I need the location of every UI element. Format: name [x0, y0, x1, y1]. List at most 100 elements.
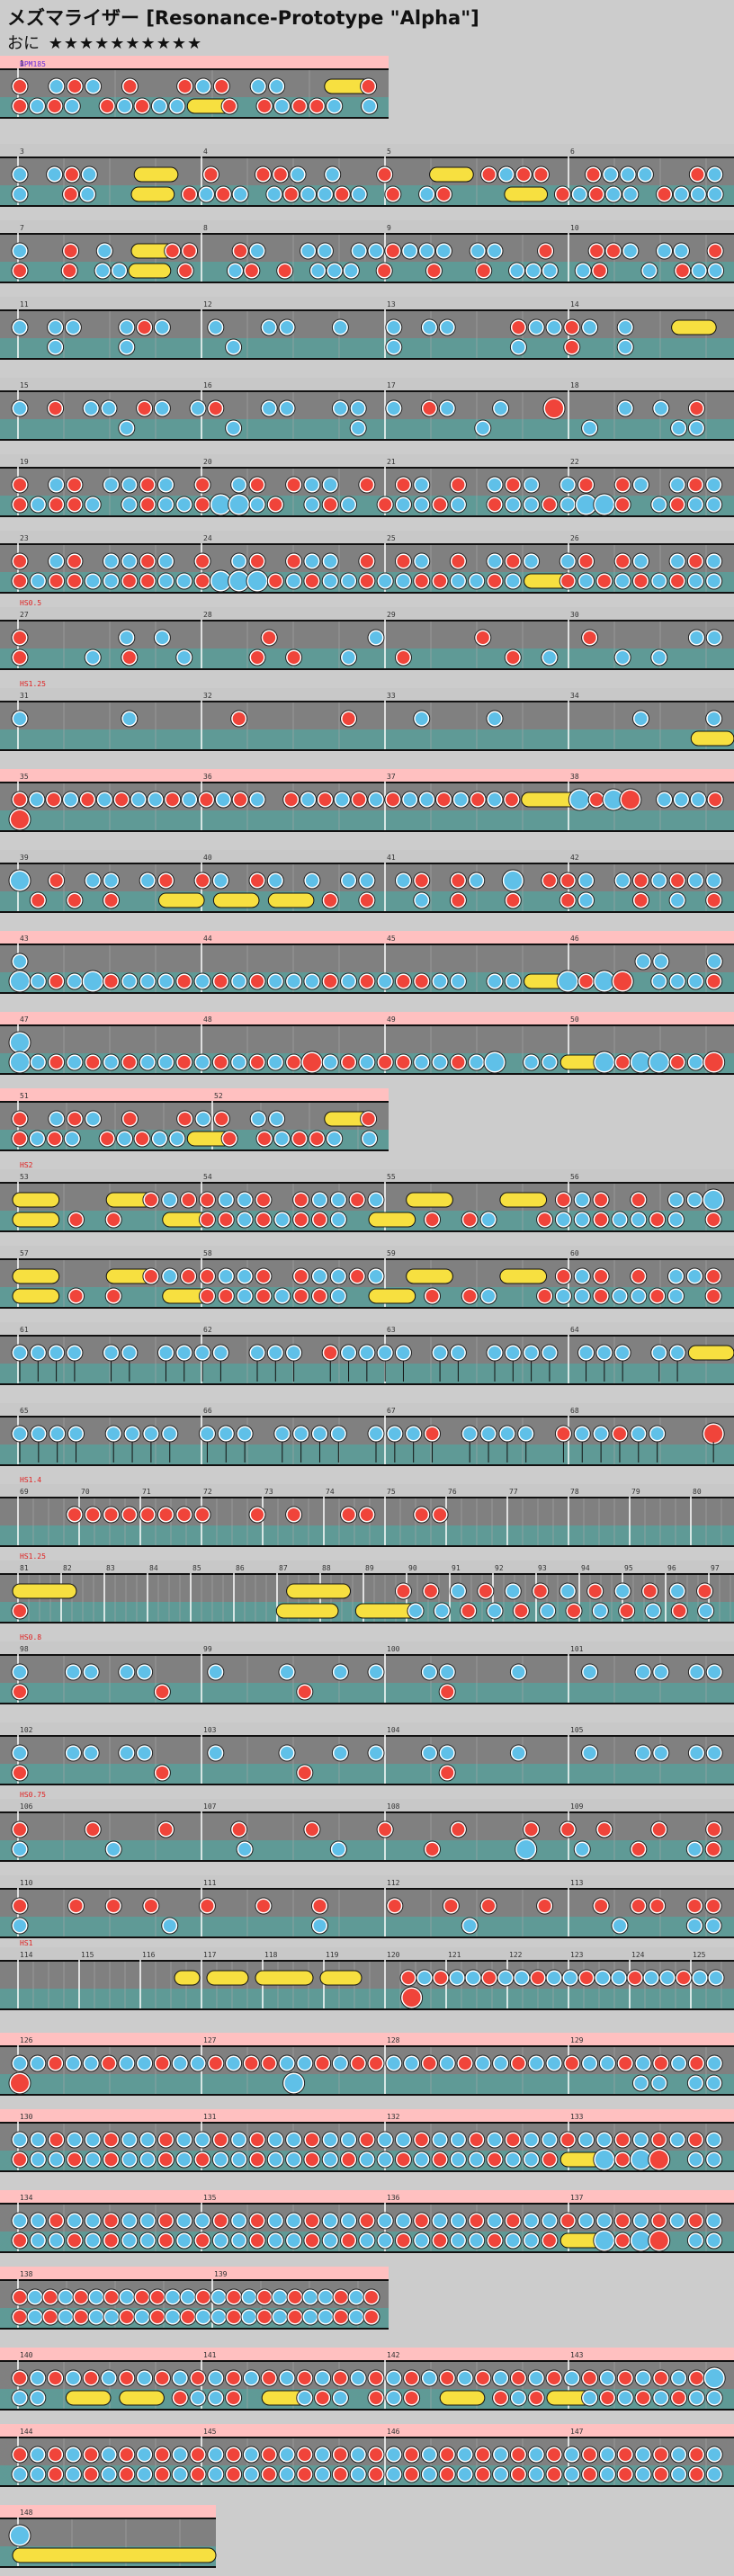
don-note [282, 792, 300, 808]
ka-note [65, 2466, 82, 2482]
ka-note [497, 1970, 514, 1986]
ka-note [435, 243, 452, 259]
don-note [48, 973, 65, 989]
don-note [317, 792, 334, 808]
ka-note [703, 1189, 725, 1211]
ka-note [303, 872, 320, 889]
don-note [47, 2370, 64, 2386]
don-note [433, 1970, 449, 1986]
ka-note [49, 1426, 66, 1442]
don-note [541, 2232, 558, 2249]
don-note [47, 2446, 64, 2463]
ka-note [673, 792, 690, 808]
don-note [536, 1288, 553, 1304]
ka-note [574, 1192, 591, 1208]
don-note [255, 1268, 272, 1284]
don-note [617, 2466, 634, 2482]
ka-note [705, 477, 722, 493]
bar-number: 103 [203, 1726, 217, 1734]
don-note [581, 2370, 598, 2386]
bar-number: 119 [326, 1951, 339, 1959]
don-note [261, 630, 278, 646]
don-note [614, 2232, 631, 2249]
don-note [12, 573, 28, 589]
ka-note [207, 2446, 224, 2463]
don-note [533, 166, 550, 183]
ka-note [161, 1192, 178, 1208]
don-note [559, 2132, 577, 2148]
don-note [221, 1131, 238, 1147]
ka-note [279, 2446, 295, 2463]
ka-note [330, 1426, 347, 1442]
ka-note [635, 2055, 651, 2071]
ka-note [656, 243, 673, 259]
bar-number: 32 [203, 692, 212, 700]
ka-note [119, 2289, 135, 2305]
row-border-bottom [0, 1860, 734, 1862]
ka-note [282, 2072, 305, 2094]
ka-note [116, 98, 133, 114]
row-border-top [0, 2360, 734, 2362]
bar-number: 94 [581, 1564, 590, 1572]
don-note [611, 1426, 628, 1442]
ka-note [249, 792, 265, 808]
ka-note [395, 872, 412, 889]
don-note [593, 1288, 610, 1304]
don-note [593, 1268, 610, 1284]
ka-note [103, 573, 120, 589]
bar-strip [0, 1484, 734, 1497]
bar-number: 121 [448, 1951, 461, 1959]
don-note [480, 166, 497, 183]
ka-note [9, 1051, 31, 1073]
don-note [296, 2446, 313, 2463]
don-note [477, 1583, 494, 1599]
don-note [73, 2309, 89, 2325]
bar-number: 75 [387, 1488, 396, 1496]
ka-note [595, 1970, 611, 1986]
don-note [541, 2151, 558, 2168]
don-note [413, 2132, 430, 2148]
ka-note [212, 1345, 229, 1361]
note-lane-secondary [0, 1989, 734, 2008]
bar-number: 70 [81, 1488, 90, 1496]
ka-note [147, 792, 164, 808]
don-note [400, 1970, 416, 1986]
ka-note [12, 2055, 28, 2071]
don-note [652, 2370, 669, 2386]
don-note [340, 711, 357, 727]
row-border-top [0, 944, 734, 945]
bar-number: 37 [387, 773, 396, 781]
bar-number: 46 [570, 935, 579, 943]
ka-note [9, 870, 31, 891]
don-note [432, 2232, 449, 2249]
ka-note [418, 186, 435, 202]
ka-note [669, 892, 686, 908]
ka-note [571, 186, 588, 202]
don-note [532, 1583, 549, 1599]
row-border-bottom [0, 282, 734, 283]
don-note [424, 1841, 441, 1857]
ka-note [541, 2132, 558, 2148]
ka-note [330, 1192, 347, 1208]
ka-note [241, 2289, 257, 2305]
don-note [83, 2446, 100, 2463]
ka-note [648, 1051, 670, 1073]
don-note [395, 2151, 412, 2168]
ka-note [686, 1918, 703, 1934]
ka-note [593, 970, 615, 992]
ka-note [487, 1603, 503, 1619]
don-note [194, 573, 211, 589]
ka-note [136, 2446, 153, 2463]
ka-note [302, 2309, 318, 2325]
don-note [47, 2055, 64, 2071]
ka-note [385, 319, 402, 335]
drumroll-note [12, 2547, 217, 2563]
ka-note [487, 973, 503, 989]
don-note [48, 2213, 65, 2229]
ka-note [136, 1745, 153, 1761]
ka-note [377, 2132, 394, 2148]
don-note [276, 263, 293, 279]
bar-number: 83 [106, 1564, 115, 1572]
don-note [119, 2309, 135, 2325]
ka-note [285, 2151, 302, 2168]
